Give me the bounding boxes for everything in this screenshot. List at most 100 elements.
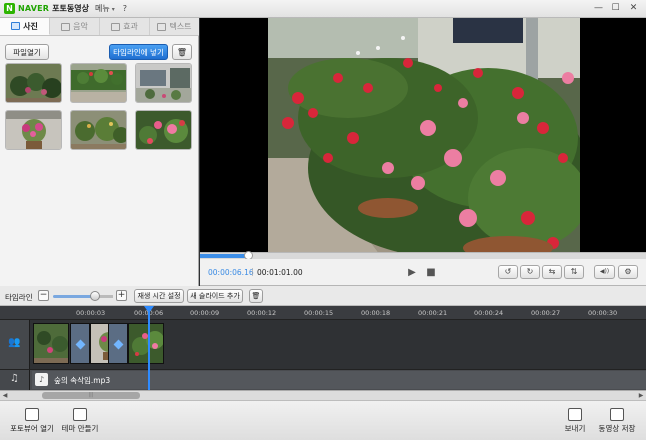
audio-file-icon: ♪ [35, 373, 48, 386]
menu-button[interactable]: 메뉴 ▾ [95, 3, 115, 14]
scrollbar-grip: ||| [88, 392, 94, 398]
open-photo-viewer-label: 포토뷰어 열기 [10, 424, 54, 433]
total-time: 00:01:01.00 [257, 268, 303, 277]
zoom-out-icon[interactable]: − [38, 290, 49, 301]
add-slide-button[interactable]: 새 슬라이드 추가 [187, 289, 243, 303]
ruler-tick: 00:00:12 [247, 309, 277, 317]
add-to-timeline-button[interactable]: 타임라인에 넣기 [109, 44, 168, 60]
media-tabs: 사진 음악 효과 텍스트 [0, 18, 199, 36]
ruler-tick: 00:00:21 [418, 309, 448, 317]
bottom-toolbar: 포토뷰어 열기 테마 만들기 보내기 동영상 저장 [0, 400, 646, 440]
photo-thumbnail[interactable] [70, 63, 127, 103]
timeline-photo-clip[interactable] [33, 323, 69, 364]
save-video-button[interactable]: 동영상 저장 [594, 405, 640, 437]
flip-horizontal-icon[interactable]: ⇆ [542, 265, 562, 279]
menu-label: 메뉴 [94, 4, 110, 13]
trash-icon[interactable]: 🗑 [249, 289, 263, 303]
timeline-toolbar: 타임라인 − + 재생 시간 설정 새 슬라이드 추가 🗑 [0, 286, 646, 306]
photo-icon [11, 22, 21, 30]
people-icon: 👥 [8, 337, 21, 348]
flip-vertical-icon[interactable]: ⇅ [564, 265, 584, 279]
scrollbar-thumb[interactable]: ||| [42, 392, 140, 399]
chevron-down-icon: ▾ [111, 6, 115, 13]
timeline-playhead[interactable] [148, 306, 150, 390]
preview-photo [268, 18, 580, 252]
music-note-icon [61, 22, 71, 31]
zoom-slider-handle[interactable] [90, 291, 100, 301]
rotate-right-icon[interactable]: ↻ [520, 265, 540, 279]
tab-label: 효과 [123, 22, 138, 31]
play-time-setting-button[interactable]: 재생 시간 설정 [134, 289, 184, 303]
timeline-photo-clip[interactable] [128, 323, 164, 364]
photo-thumbnail[interactable] [70, 110, 127, 150]
trash-icon[interactable]: 🗑 [172, 44, 192, 60]
tab-text[interactable]: 텍스트 [150, 18, 199, 35]
tab-photo[interactable]: 사진 [0, 18, 50, 35]
zoom-in-icon[interactable]: + [116, 290, 127, 301]
open-file-button[interactable]: 파일열기 [5, 44, 49, 60]
ruler-tick: 00:00:09 [190, 309, 220, 317]
video-preview [200, 18, 646, 252]
tab-label: 음악 [73, 22, 88, 31]
audio-track-header: ♫ [0, 370, 30, 390]
preview-seekbar[interactable] [200, 251, 646, 260]
seekbar-progress [200, 254, 250, 258]
scroll-left-icon[interactable]: ◀ [0, 391, 10, 400]
save-video-label: 동영상 저장 [598, 424, 636, 433]
title-bar: N NAVER 포토동영상 메뉴 ▾ ? — ☐ ✕ [0, 0, 646, 18]
play-icon[interactable]: ▶ [404, 265, 420, 280]
photo-thumbnail[interactable] [5, 63, 62, 103]
save-disk-icon [610, 408, 624, 421]
scroll-right-icon[interactable]: ▶ [636, 391, 646, 400]
settings-icon[interactable]: ⚙ [618, 265, 638, 279]
media-panel: 사진 음악 효과 텍스트 파일열기 타임라인에 넣기 🗑 [0, 18, 199, 286]
export-label: 보내기 [564, 424, 586, 433]
rotate-left-icon[interactable]: ↺ [498, 265, 518, 279]
timeline-label: 타임라인 [5, 293, 33, 302]
maximize-button[interactable]: ☐ [609, 2, 622, 15]
ruler-tick: 00:00:03 [76, 309, 106, 317]
photo-track: 👥 [0, 320, 646, 370]
audio-file-name: 숲의 속삭임.mp3 [54, 376, 111, 385]
transition-block[interactable] [70, 323, 90, 364]
close-button[interactable]: ✕ [627, 2, 640, 15]
volume-icon[interactable]: ◀)) [594, 265, 615, 279]
export-button[interactable]: 보내기 [560, 405, 590, 437]
photo-thumbnail[interactable] [5, 110, 62, 150]
ruler-tick: 00:00:15 [304, 309, 334, 317]
ruler-tick: 00:00:24 [474, 309, 504, 317]
audio-clip[interactable]: ♪ 숲의 속삭임.mp3 [32, 371, 646, 389]
photo-thumbnail[interactable] [135, 110, 192, 150]
tab-music[interactable]: 음악 [50, 18, 100, 35]
effect-icon [111, 22, 121, 31]
help-button[interactable]: ? [123, 4, 127, 13]
transition-diamond-icon [75, 339, 86, 350]
open-photo-viewer-button[interactable]: 포토뷰어 열기 [8, 405, 56, 437]
current-time: 00:00:06.16 [208, 268, 254, 277]
photo-viewer-icon [25, 408, 39, 421]
photo-thumbnail[interactable] [135, 63, 192, 103]
ruler-tick: 00:00:30 [588, 309, 618, 317]
ruler-tick: 00:00:18 [361, 309, 391, 317]
make-theme-label: 테마 만들기 [61, 424, 99, 433]
tab-effect[interactable]: 효과 [100, 18, 150, 35]
time-separator: | [251, 267, 254, 276]
timeline-scrollbar[interactable]: ◀ ||| ▶ [0, 390, 646, 400]
naver-logo-icon: N [4, 3, 15, 14]
audio-track: ♫ ♪ 숲의 속삭임.mp3 [0, 370, 646, 390]
timeline-ruler[interactable]: 00:00:03 00:00:06 00:00:09 00:00:12 00:0… [0, 306, 646, 320]
transition-diamond-icon [113, 339, 124, 350]
export-icon [568, 408, 582, 421]
photo-track-header: 👥 [0, 320, 30, 369]
tab-label: 텍스트 [169, 22, 192, 31]
stop-icon[interactable]: ■ [423, 265, 439, 280]
app-title: 포토동영상 [52, 4, 89, 13]
zoom-slider-track[interactable] [53, 295, 95, 298]
minimize-button[interactable]: — [592, 2, 605, 15]
make-theme-button[interactable]: 테마 만들기 [58, 405, 102, 437]
theme-icon [73, 408, 87, 421]
ruler-tick: 00:00:27 [531, 309, 561, 317]
transition-block[interactable] [108, 323, 128, 364]
brand-name: NAVER [18, 4, 50, 13]
music-note-icon: ♫ [10, 373, 19, 384]
